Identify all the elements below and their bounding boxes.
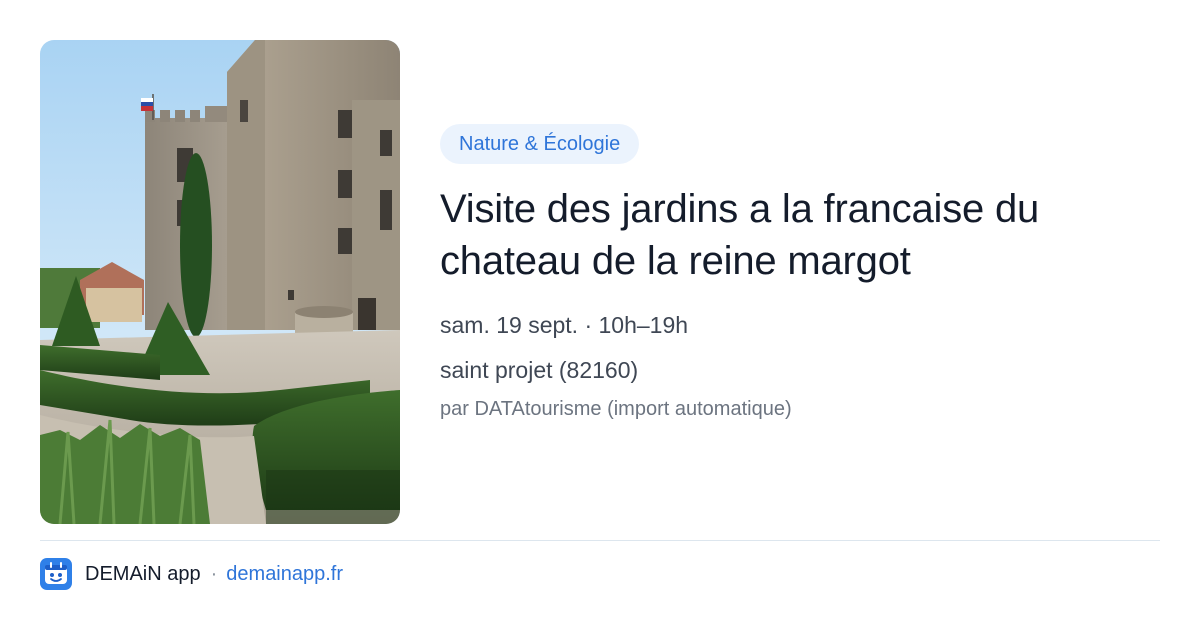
event-location: saint projet (82160)	[440, 357, 639, 383]
app-name: DEMAiN app	[85, 562, 201, 585]
event-photo	[40, 40, 400, 524]
app-url-link[interactable]: demainapp.fr	[226, 563, 343, 586]
event-details: Nature & Écologie Visite des jardins a l…	[440, 124, 1160, 422]
event-date-time: sam. 19 sept. · 10h–19h	[440, 312, 689, 338]
footer-separator: ·	[210, 562, 218, 585]
event-source: par DATAtourisme (import automatique)	[440, 398, 792, 420]
footer: DEMAiN app · demainapp.fr	[40, 558, 343, 590]
demain-logo-icon	[40, 558, 72, 590]
category-badge[interactable]: Nature & Écologie	[440, 124, 640, 164]
footer-divider	[40, 540, 1160, 541]
event-title: Visite des jardins a la francaise du cha…	[440, 187, 1040, 283]
